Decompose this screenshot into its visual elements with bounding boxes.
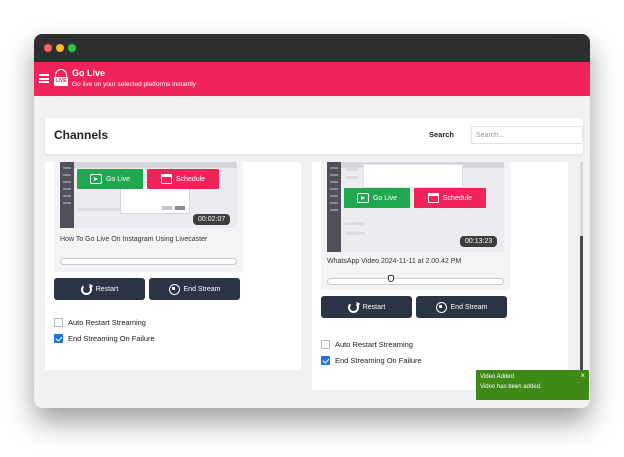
stream-progress-bar[interactable] (327, 278, 504, 285)
live-broadcast-icon: LIVE (54, 69, 68, 88)
duration-badge: 00:02:07 (193, 214, 231, 225)
end-stream-button[interactable]: End Stream (416, 296, 507, 318)
auto-restart-label: Auto Restart Streaming (68, 318, 146, 327)
stop-circle-icon (168, 283, 180, 295)
restart-label: Restart (362, 303, 386, 311)
toast-title: Video Added (480, 374, 514, 380)
restart-label: Restart (95, 285, 119, 293)
close-icon[interactable]: × (580, 372, 585, 380)
calendar-icon (160, 174, 172, 184)
video-title: WhatsApp Video 2024-11-11 at 2.00.42 PM (327, 258, 462, 265)
go-live-label: Go Live (372, 194, 398, 202)
app-subtitle: Go live on your selected platforms insta… (72, 81, 196, 88)
restart-button[interactable]: Restart (321, 296, 412, 318)
video-card: Go Live Schedule 00:02:07 How To Go Live… (45, 162, 301, 370)
go-live-label: Go Live (105, 175, 131, 183)
duration-badge: 00:13:23 (460, 236, 498, 247)
video-title: How To Go Live On Instagram Using Liveca… (60, 236, 208, 243)
go-live-button[interactable]: Go Live (77, 169, 143, 189)
page-title: Channels (54, 128, 109, 142)
hamburger-menu-icon[interactable] (39, 74, 49, 83)
auto-restart-checkbox[interactable] (54, 318, 63, 327)
search-input[interactable] (471, 126, 583, 144)
auto-restart-checkbox[interactable] (321, 340, 330, 349)
end-stream-button[interactable]: End Stream (149, 278, 240, 300)
main-content: Channels Search G (34, 96, 590, 408)
auto-restart-label: Auto Restart Streaming (335, 340, 413, 349)
app-window: LIVE Go Live Go live on your selected pl… (34, 34, 590, 408)
schedule-button[interactable]: Schedule (147, 169, 219, 189)
restart-icon (347, 301, 359, 313)
tv-play-icon (89, 174, 102, 184)
calendar-icon (427, 193, 439, 203)
app-title: Go Live (72, 68, 106, 78)
schedule-label: Schedule (175, 175, 206, 183)
logo-text: LIVE (54, 77, 68, 86)
pointer-cursor-icon (388, 275, 394, 282)
stream-progress-bar[interactable] (60, 258, 237, 265)
video-preview-box: Go Live Schedule 00:13:23 WhatsApp Video… (321, 162, 510, 290)
go-live-button[interactable]: Go Live (344, 188, 410, 208)
stop-circle-icon (435, 301, 447, 313)
toast-message: Video has been added. (480, 384, 542, 390)
restart-icon (80, 283, 92, 295)
auto-restart-option[interactable]: Auto Restart Streaming (321, 340, 413, 349)
end-stream-label: End Stream (450, 303, 488, 311)
close-window-button[interactable] (44, 44, 52, 52)
end-on-failure-checkbox[interactable] (54, 334, 63, 343)
video-card: Go Live Schedule 00:13:23 WhatsApp Video… (312, 162, 568, 390)
schedule-label: Schedule (442, 194, 473, 202)
restart-button[interactable]: Restart (54, 278, 145, 300)
end-on-failure-option[interactable]: End Streaming On Failure (321, 356, 422, 365)
end-on-failure-label: End Streaming On Failure (335, 356, 422, 365)
schedule-button[interactable]: Schedule (414, 188, 486, 208)
video-preview-box: Go Live Schedule 00:02:07 How To Go Live… (54, 162, 243, 272)
minimize-window-button[interactable] (56, 44, 64, 52)
window-titlebar (34, 34, 590, 62)
end-on-failure-option[interactable]: End Streaming On Failure (54, 334, 155, 343)
channels-header: Channels Search (45, 118, 583, 154)
search-label: Search (429, 130, 455, 139)
maximize-window-button[interactable] (68, 44, 76, 52)
end-stream-label: End Stream (183, 285, 221, 293)
notification-toast: Video Added Video has been added. × (476, 370, 589, 400)
end-on-failure-label: End Streaming On Failure (68, 334, 155, 343)
auto-restart-option[interactable]: Auto Restart Streaming (54, 318, 146, 327)
app-header: LIVE Go Live Go live on your selected pl… (34, 62, 590, 96)
tv-play-icon (356, 193, 369, 203)
end-on-failure-checkbox[interactable] (321, 356, 330, 365)
